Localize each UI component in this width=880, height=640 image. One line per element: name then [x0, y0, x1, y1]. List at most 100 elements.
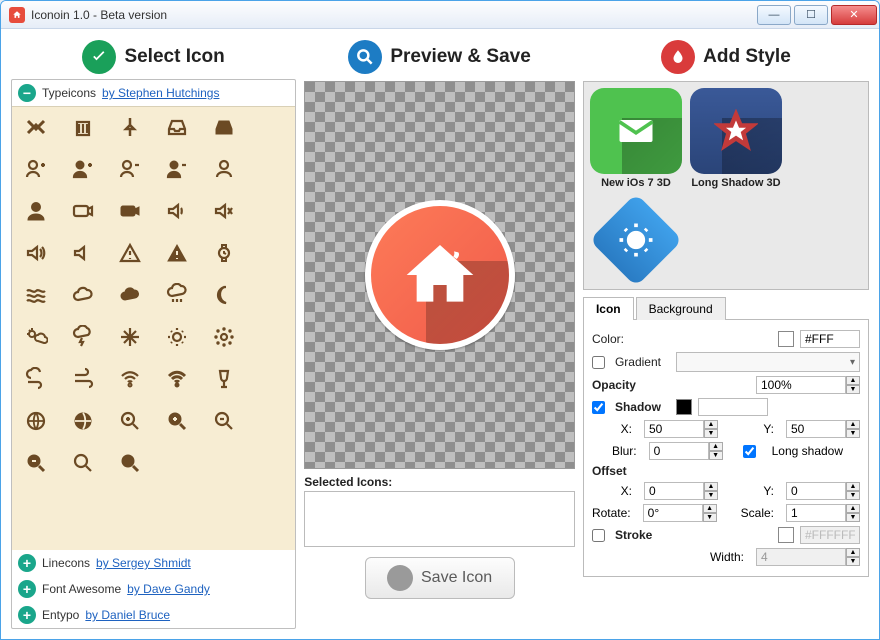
- user-remove-outline-icon[interactable]: [110, 155, 151, 183]
- gradient-checkbox[interactable]: [592, 356, 605, 369]
- stroke-color-input[interactable]: [800, 526, 860, 544]
- width-input[interactable]: [756, 548, 846, 566]
- minimize-button[interactable]: —: [757, 5, 791, 25]
- longshadow-label: Long shadow: [772, 444, 843, 458]
- offset-y-input[interactable]: [786, 482, 846, 500]
- rain-icon[interactable]: [157, 281, 198, 309]
- collapse-icon[interactable]: −: [18, 84, 36, 102]
- globe-icon[interactable]: [63, 407, 104, 435]
- zoom-out-outline-icon[interactable]: [203, 407, 244, 435]
- iconset-typeicons[interactable]: − Typeicons by Stephen Hutchings: [12, 80, 295, 106]
- close-button[interactable]: ✕: [831, 5, 877, 25]
- expand-icon[interactable]: +: [18, 580, 36, 598]
- user-add-icon[interactable]: [63, 155, 104, 183]
- wind2-icon[interactable]: [63, 365, 104, 393]
- search-outline-icon[interactable]: [63, 449, 104, 477]
- gradient-label: Gradient: [615, 355, 670, 369]
- shadow-color-input[interactable]: [698, 398, 768, 416]
- volume-low-icon[interactable]: [157, 197, 198, 225]
- style-diamond[interactable]: [590, 197, 682, 283]
- longshadow-checkbox[interactable]: [743, 445, 756, 458]
- iconset-linecons[interactable]: + Linecons by Sergey Shmidt: [12, 550, 295, 576]
- zoom-out-icon[interactable]: [16, 449, 57, 477]
- sun-dots-icon[interactable]: [203, 323, 244, 351]
- cloud-icon[interactable]: [63, 281, 104, 309]
- wine-icon[interactable]: [203, 365, 244, 393]
- inbox-icon[interactable]: [157, 113, 198, 141]
- blank: [250, 197, 291, 225]
- spin-down[interactable]: ▼: [846, 385, 860, 394]
- style-long-shadow-3d[interactable]: Long Shadow 3D: [690, 88, 782, 189]
- wifi-outline-icon[interactable]: [110, 365, 151, 393]
- scale-input[interactable]: [786, 504, 846, 522]
- shadow-checkbox[interactable]: [592, 401, 605, 414]
- user-icon[interactable]: [16, 197, 57, 225]
- tab-background[interactable]: Background: [636, 297, 726, 320]
- blank: [250, 449, 291, 477]
- volume-mute-icon[interactable]: [203, 197, 244, 225]
- preview-save-heading: Preview & Save: [390, 46, 530, 68]
- shadow-x-input[interactable]: [644, 420, 704, 438]
- globe-outline-icon[interactable]: [16, 407, 57, 435]
- volume-off-icon[interactable]: [63, 239, 104, 267]
- warning-outline-icon[interactable]: [110, 239, 151, 267]
- sun-icon[interactable]: [157, 323, 198, 351]
- inbox-full-icon[interactable]: [203, 113, 244, 141]
- selected-icons-label: Selected Icons:: [304, 475, 575, 489]
- width-label: Width:: [710, 550, 744, 564]
- waves-icon[interactable]: [16, 281, 57, 309]
- user-remove-icon[interactable]: [157, 155, 198, 183]
- snow-icon[interactable]: [110, 323, 151, 351]
- shadow-x-label: X:: [612, 422, 632, 436]
- user-add-outline-icon[interactable]: [16, 155, 57, 183]
- volume-icon[interactable]: [16, 239, 57, 267]
- stroke-swatch[interactable]: [778, 527, 794, 543]
- watch-icon[interactable]: [203, 239, 244, 267]
- blank: [250, 365, 291, 393]
- spin-up[interactable]: ▲: [846, 376, 860, 385]
- style-new-ios7-3d[interactable]: New iOs 7 3D: [590, 88, 682, 189]
- camera-icon[interactable]: [110, 197, 151, 225]
- partly-cloudy-icon[interactable]: [16, 323, 57, 351]
- maximize-button[interactable]: ☐: [794, 5, 828, 25]
- opacity-input[interactable]: [756, 376, 846, 394]
- iconset-entypo[interactable]: + Entypo by Daniel Bruce: [12, 602, 295, 628]
- moon-icon[interactable]: [203, 281, 244, 309]
- tab-icon[interactable]: Icon: [583, 297, 634, 320]
- stroke-checkbox[interactable]: [592, 529, 605, 542]
- offset-x-input[interactable]: [644, 482, 704, 500]
- storm-icon[interactable]: [63, 323, 104, 351]
- camera-outline-icon[interactable]: [63, 197, 104, 225]
- expand-icon[interactable]: +: [18, 606, 36, 624]
- shadow-y-input[interactable]: [786, 420, 846, 438]
- shadow-label: Shadow: [615, 400, 670, 414]
- zoom-in-icon[interactable]: [157, 407, 198, 435]
- trash-icon[interactable]: [63, 113, 104, 141]
- pin-icon[interactable]: [110, 113, 151, 141]
- rotate-input[interactable]: [643, 504, 703, 522]
- wifi-icon[interactable]: [157, 365, 198, 393]
- author-link[interactable]: by Sergey Shmidt: [96, 556, 191, 570]
- scissors-icon[interactable]: [16, 113, 57, 141]
- gradient-dropdown[interactable]: ▾: [676, 352, 860, 372]
- save-icon-button[interactable]: Save Icon: [365, 557, 515, 599]
- search-icon[interactable]: [110, 449, 151, 477]
- selected-icons-box[interactable]: [304, 491, 575, 547]
- author-link[interactable]: by Dave Gandy: [127, 582, 210, 596]
- color-input[interactable]: [800, 330, 860, 348]
- expand-icon[interactable]: +: [18, 554, 36, 572]
- icon-grid[interactable]: [12, 106, 295, 550]
- iconset-fontawesome[interactable]: + Font Awesome by Dave Gandy: [12, 576, 295, 602]
- shadow-color-swatch[interactable]: [676, 399, 692, 415]
- blur-label: Blur:: [612, 444, 637, 458]
- wind-icon[interactable]: [16, 365, 57, 393]
- user-outline-icon[interactable]: [203, 155, 244, 183]
- cloud-fill-icon[interactable]: [110, 281, 151, 309]
- author-link[interactable]: by Daniel Bruce: [85, 608, 170, 622]
- blur-input[interactable]: [649, 442, 709, 460]
- zoom-in-outline-icon[interactable]: [110, 407, 151, 435]
- search-icon: [348, 40, 382, 74]
- author-link[interactable]: by Stephen Hutchings: [102, 86, 219, 100]
- warning-icon[interactable]: [157, 239, 198, 267]
- color-swatch[interactable]: [778, 331, 794, 347]
